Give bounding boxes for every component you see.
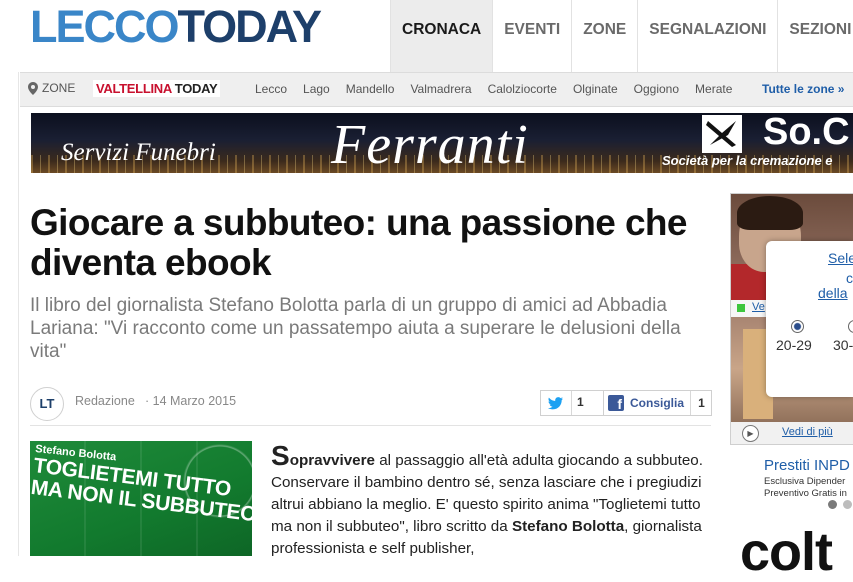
- valtellina-part1: VALTELLINA: [96, 81, 172, 96]
- banner-servizi-text: Servizi Funebri: [61, 139, 216, 166]
- sidebar-bottom-ad-text: colt: [740, 522, 833, 582]
- nav-item-sezioni[interactable]: SEZIONI: [777, 0, 853, 72]
- publish-date: · 14 Marzo 2015: [145, 394, 237, 408]
- dropcap: S: [271, 440, 290, 471]
- age-radio-20-29[interactable]: [791, 320, 804, 333]
- popup-select-link[interactable]: Sele: [828, 250, 853, 266]
- zone-link-calolziocorte[interactable]: Calolziocorte: [488, 82, 557, 96]
- carousel-dots: [828, 500, 852, 509]
- age-label-20-29: 20-29: [776, 337, 812, 353]
- banner-so-text: So.C: [763, 113, 850, 153]
- nav-item-cronaca[interactable]: CRONACA: [390, 0, 493, 72]
- article-body: Sopravvivere al passaggio all'età adulta…: [271, 442, 711, 560]
- page-edge: [18, 0, 19, 556]
- zone-label-text: ZONE: [42, 81, 76, 95]
- popup-della-link[interactable]: della: [818, 285, 848, 301]
- banner-logo-icon: [702, 115, 742, 153]
- twitter-icon: [541, 391, 572, 415]
- prestiti-ad-line1: Esclusiva Dipender: [764, 476, 846, 487]
- location-pin-icon: [28, 82, 38, 95]
- nav-item-segnalazioni[interactable]: SEGNALAZIONI: [637, 0, 777, 72]
- author-name[interactable]: Redazione: [75, 394, 135, 408]
- video-person-hair: [737, 196, 803, 230]
- status-dot-icon: [737, 304, 745, 312]
- all-zones-link[interactable]: Tutte le zone »: [762, 82, 844, 96]
- zone-bar: ZONE VALTELLINA TODAY Lecco Lago Mandell…: [20, 72, 853, 107]
- age-survey-popup: Sele c della 20-29 30-: [766, 241, 853, 397]
- zone-link-olginate[interactable]: Olginate: [573, 82, 618, 96]
- site-logo[interactable]: LECCOTODAY: [30, 1, 323, 52]
- prestiti-ad-title[interactable]: Prestiti INPD: [764, 457, 850, 474]
- play-icon[interactable]: ▶: [742, 425, 759, 442]
- facebook-count: 1: [690, 391, 712, 415]
- article-subtitle: Il libro del giornalista Stefano Bolotta…: [30, 295, 681, 362]
- zone-link-lecco[interactable]: Lecco: [255, 82, 287, 96]
- zone-link-valmadrera[interactable]: Valmadrera: [410, 82, 471, 96]
- article-title: Giocare a subbuteo: una passione che div…: [30, 202, 688, 283]
- prestiti-ad-line2: Preventivo Gratis in: [764, 488, 847, 499]
- lead-bold: opravvivere: [289, 452, 375, 469]
- valtellina-today-link[interactable]: VALTELLINA TODAY: [93, 80, 221, 97]
- nav-item-zone[interactable]: ZONE: [571, 0, 637, 72]
- banner-tagline: Società per la cremazione e: [662, 153, 833, 168]
- zone-link-lago[interactable]: Lago: [303, 82, 330, 96]
- vedi-di-piu-link[interactable]: Vedi di più: [782, 426, 833, 438]
- twitter-count: 1: [577, 395, 584, 409]
- facebook-label: Consiglia: [630, 396, 685, 410]
- nav-item-eventi[interactable]: EVENTI: [492, 0, 571, 72]
- age-radio-30[interactable]: [848, 320, 853, 333]
- logo-part-lecco: LECCO: [30, 1, 179, 52]
- carousel-dot-1[interactable]: [828, 500, 837, 509]
- popup-c-text: c: [846, 270, 853, 286]
- zone-link-mandello[interactable]: Mandello: [346, 82, 395, 96]
- banner-ad[interactable]: Servizi Funebri Ferranti So.C Società pe…: [31, 113, 853, 173]
- facebook-like-button[interactable]: f Consiglia 1: [603, 390, 712, 416]
- zone-link-merate[interactable]: Merate: [695, 82, 732, 96]
- carousel-dot-2[interactable]: [843, 500, 852, 509]
- age-label-30: 30-: [833, 337, 853, 353]
- banner-brand-text: Ferranti: [331, 114, 529, 173]
- author-bold: Stefano Bolotta: [511, 518, 625, 535]
- author-avatar: LT: [30, 387, 64, 421]
- article-meta: LT Redazione · 14 Marzo 2015 1 f Consigl…: [30, 385, 712, 426]
- zone-label[interactable]: ZONE: [28, 81, 75, 95]
- book-cover-image[interactable]: Stefano Bolotta TOGLIETEMI TUTTO MA NON …: [30, 441, 252, 556]
- valtellina-part2: TODAY: [174, 81, 218, 96]
- video-link[interactable]: Ve: [752, 301, 765, 313]
- site-header: LECCOTODAY CRONACA EVENTI ZONE SEGNALAZI…: [0, 0, 853, 72]
- zone-link-oggiono[interactable]: Oggiono: [634, 82, 679, 96]
- logo-part-today: TODAY: [177, 1, 323, 52]
- facebook-icon: f: [608, 395, 624, 412]
- zone-links: Lecco Lago Mandello Valmadrera Calolzioc…: [255, 82, 748, 96]
- main-nav: CRONACA EVENTI ZONE SEGNALAZIONI SEZIONI: [390, 0, 853, 72]
